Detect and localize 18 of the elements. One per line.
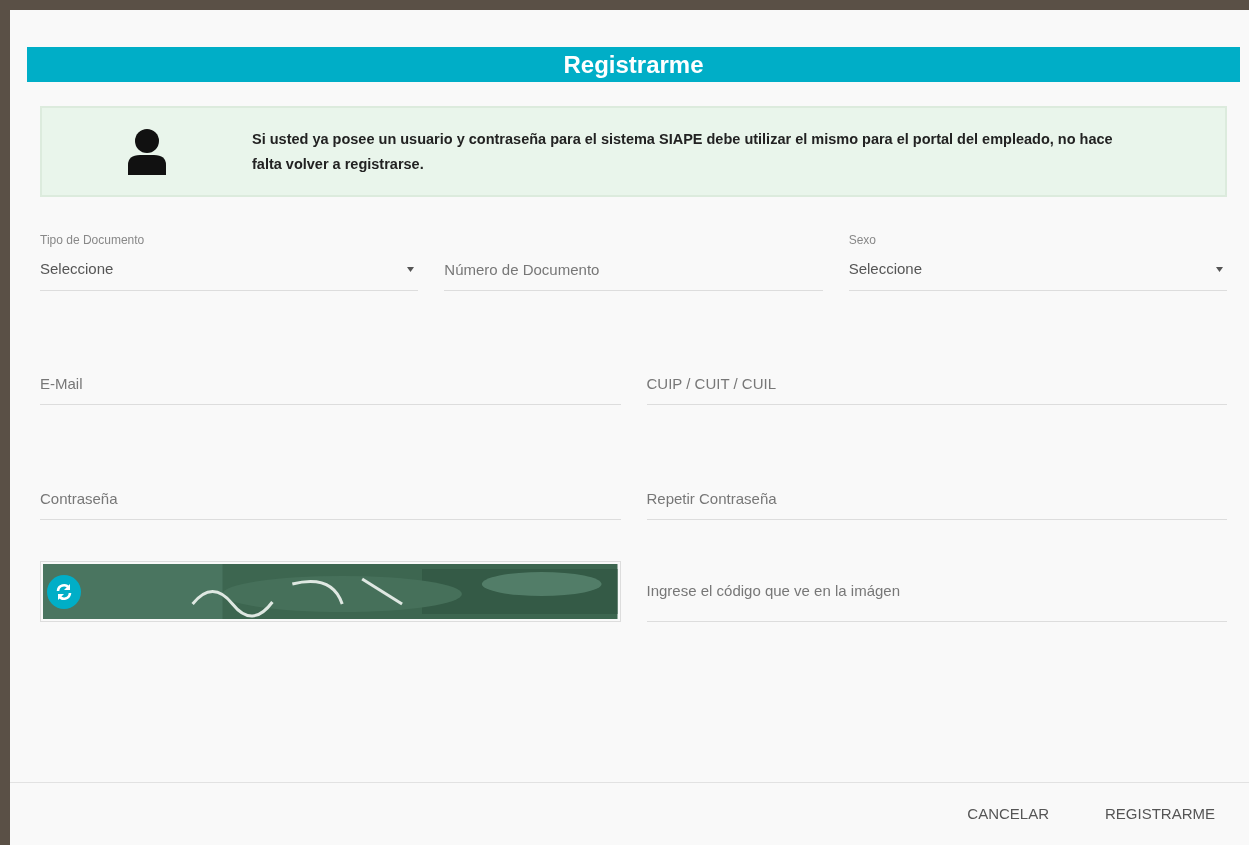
field-label: Sexo — [848, 232, 877, 249]
input-field[interactable]: CUIP / CUIT / CUIL — [646, 363, 1227, 404]
user-icon — [128, 128, 166, 175]
select-field[interactable]: Seleccione — [848, 249, 1227, 291]
input-field[interactable]: Número de Documento — [444, 249, 823, 290]
input-field[interactable]: Repetir Contraseña — [646, 478, 1227, 519]
caret-icon — [1216, 267, 1223, 272]
field-label: Tipo de Documento — [40, 232, 146, 249]
select-field[interactable]: Seleccione — [40, 249, 419, 291]
info-message: Si usted ya posee un usuario y contraseña para el sistema SIAPE debe utilizar el mismo para el portal del empleado, no hace falta volver a registrarse. — [252, 129, 1114, 174]
cancel-button[interactable]: CANCELAR — [959, 798, 1057, 830]
input-field[interactable]: Contraseña — [40, 478, 621, 519]
refresh-icon — [55, 583, 73, 601]
caret-icon — [407, 267, 415, 272]
dialog-title: Registrarme — [27, 47, 1240, 82]
register-button[interactable]: REGISTRARME — [1097, 798, 1223, 830]
input-field[interactable]: E-Mail — [40, 363, 621, 404]
input-field[interactable]: Ingrese el código que ve en la imágen — [646, 560, 1227, 621]
